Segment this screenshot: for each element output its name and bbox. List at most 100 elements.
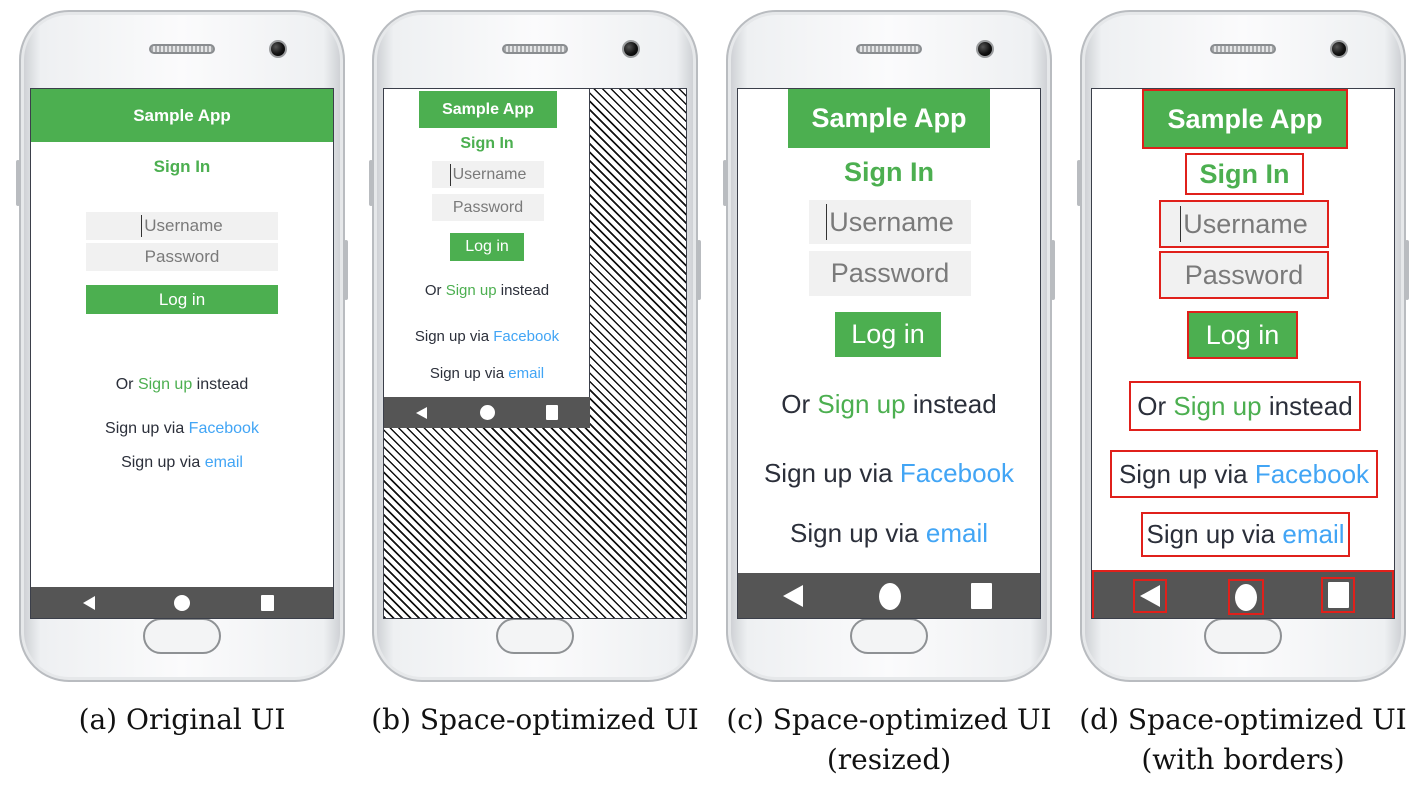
username-placeholder: Username	[452, 165, 527, 183]
username-field[interactable]: Username	[1159, 200, 1329, 248]
signup-row: Or Sign up instead	[738, 387, 1040, 421]
or-prefix: Or	[424, 281, 442, 299]
caption-d-line1: (d) Space-optimized UI	[1079, 703, 1407, 736]
login-button[interactable]: Log in	[86, 285, 278, 314]
signup-link[interactable]: Sign up	[1173, 391, 1261, 422]
speaker-grille	[1210, 44, 1276, 54]
recents-icon[interactable]	[1321, 577, 1355, 613]
phone-with-borders: Sample App Sign In Username Password Log…	[1077, 10, 1409, 682]
email-prefix: Sign up via	[121, 454, 201, 471]
email-prefix: Sign up via	[789, 517, 919, 548]
sign-in-heading: Sign In	[153, 157, 211, 176]
or-suffix: instead	[500, 281, 550, 299]
email-row: Sign up via email	[384, 362, 590, 384]
back-icon[interactable]	[780, 573, 806, 618]
signup-row: Or Sign up instead	[384, 279, 590, 301]
login-button[interactable]: Log in	[1187, 311, 1298, 359]
facebook-row: Sign up via Facebook	[384, 325, 590, 347]
password-field[interactable]: Password	[1159, 251, 1329, 299]
username-field[interactable]: Username	[86, 212, 278, 240]
app-title-bar: Sample App	[788, 89, 990, 148]
password-field[interactable]: Password	[809, 251, 971, 296]
nav-bar	[384, 397, 590, 428]
signup-link[interactable]: Sign up	[446, 282, 497, 299]
username-placeholder: Username	[829, 206, 954, 237]
caption-c: (c) Space-optimized UI (resized)	[719, 700, 1059, 780]
text-caret	[1180, 206, 1182, 242]
facebook-prefix: Sign up via	[1118, 458, 1248, 489]
speaker-grille	[502, 44, 568, 54]
facebook-link[interactable]: Facebook	[1255, 459, 1369, 490]
caption-c-line1: (c) Space-optimized UI	[726, 703, 1052, 736]
signup-row: Or Sign up instead	[31, 373, 333, 397]
volume-button	[1077, 160, 1081, 206]
signup-link[interactable]: Sign up	[817, 389, 905, 420]
email-prefix: Sign up via	[1146, 519, 1276, 549]
home-key	[496, 618, 574, 654]
volume-button	[369, 160, 373, 206]
password-placeholder: Password	[452, 198, 524, 216]
back-icon[interactable]	[1133, 579, 1167, 613]
speaker-grille	[856, 44, 922, 54]
back-icon[interactable]	[79, 587, 99, 618]
app-title: Sample App	[811, 103, 967, 133]
nav-bar	[1092, 570, 1394, 618]
signup-link[interactable]: Sign up	[138, 376, 192, 394]
volume-button	[723, 160, 727, 206]
home-icon[interactable]	[877, 573, 903, 618]
text-caret	[449, 163, 451, 186]
home-icon[interactable]	[478, 397, 496, 428]
caption-a: (a) Original UI	[12, 700, 352, 740]
recents-icon[interactable]	[543, 397, 561, 428]
screen: Sample App Sign In Username Password Log…	[737, 88, 1041, 619]
recents-icon[interactable]	[968, 573, 994, 618]
nav-bar	[738, 573, 1040, 618]
caption-a-text: (a) Original UI	[78, 703, 286, 736]
login-label: Log in	[158, 289, 206, 309]
caption-b-text: (b) Space-optimized UI	[371, 703, 699, 736]
back-icon[interactable]	[412, 397, 430, 428]
power-button	[344, 240, 348, 300]
home-icon[interactable]	[172, 587, 192, 618]
email-link[interactable]: email	[508, 365, 544, 382]
or-prefix: Or	[115, 376, 134, 393]
home-key	[850, 618, 928, 654]
or-suffix: instead	[196, 376, 249, 393]
email-link[interactable]: email	[1282, 519, 1344, 550]
facebook-row: Sign up via Facebook	[738, 456, 1040, 490]
facebook-link[interactable]: Facebook	[493, 328, 559, 345]
email-row: Sign up via email	[1141, 512, 1350, 557]
facebook-link[interactable]: Facebook	[189, 420, 259, 438]
home-key	[143, 618, 221, 654]
app-title: Sample App	[133, 105, 231, 125]
home-icon[interactable]	[1228, 579, 1264, 615]
login-label: Log in	[1205, 319, 1280, 350]
facebook-link[interactable]: Facebook	[900, 458, 1014, 489]
power-button	[697, 240, 701, 300]
sign-in-heading: Sign In	[844, 156, 934, 187]
screen: Sample App Sign In Username Password Log…	[383, 88, 687, 619]
email-link[interactable]: email	[205, 454, 243, 472]
compact-app: Sample App Sign In Username Password Log…	[384, 89, 590, 428]
login-label: Log in	[465, 238, 509, 255]
facebook-prefix: Sign up via	[763, 457, 893, 488]
login-button[interactable]: Log in	[450, 233, 524, 261]
app-title-bar: Sample App	[31, 89, 333, 142]
login-button[interactable]: Log in	[835, 312, 941, 357]
or-prefix: Or	[781, 388, 811, 419]
camera-icon	[269, 40, 287, 58]
username-field[interactable]: Username	[432, 161, 544, 188]
facebook-row: Sign up via Facebook	[31, 417, 333, 441]
email-link[interactable]: email	[926, 518, 988, 549]
facebook-prefix: Sign up via	[414, 327, 490, 345]
recents-icon[interactable]	[257, 587, 277, 618]
signup-row: Or Sign up instead	[1129, 381, 1361, 431]
text-caret	[141, 215, 143, 237]
password-field[interactable]: Password	[86, 243, 278, 271]
email-row: Sign up via email	[31, 451, 333, 475]
password-placeholder: Password	[830, 258, 950, 288]
phone-resized: Sample App Sign In Username Password Log…	[723, 10, 1055, 682]
username-field[interactable]: Username	[809, 200, 971, 244]
username-placeholder: Username	[1183, 208, 1308, 239]
password-field[interactable]: Password	[432, 194, 544, 221]
